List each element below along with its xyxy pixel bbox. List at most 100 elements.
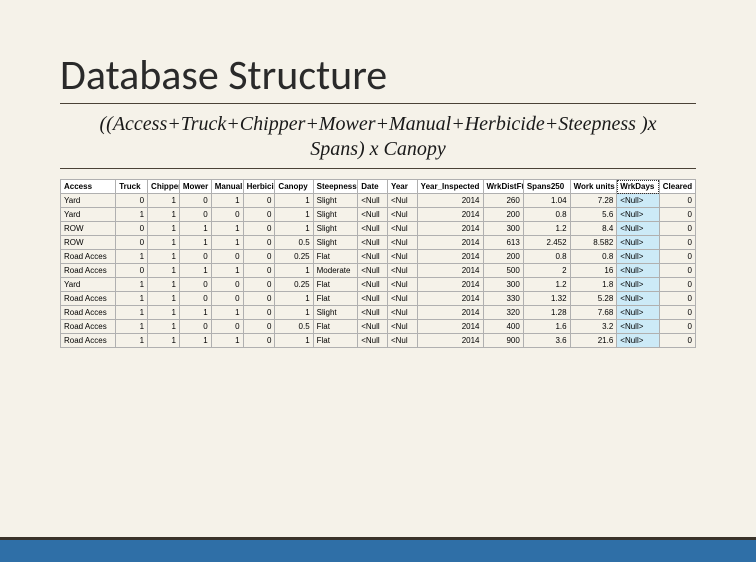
cell-mower: 1 xyxy=(179,264,211,278)
cell-truck: 0 xyxy=(116,222,148,236)
cell-manual: 1 xyxy=(211,194,243,208)
cell-herbicide: 0 xyxy=(243,320,275,334)
cell-wdf: 320 xyxy=(483,306,523,320)
col-access: Access xyxy=(61,180,116,194)
cell-wd: <Null> xyxy=(617,320,659,334)
col-cleared: Cleared xyxy=(659,180,695,194)
cell-mower: 1 xyxy=(179,236,211,250)
cell-wd: <Null> xyxy=(617,222,659,236)
cell-yi: 2014 xyxy=(417,334,483,348)
cell-chipper: 1 xyxy=(148,194,180,208)
cell-access: Road Acces xyxy=(61,334,116,348)
table-row: ROW011101Slight<Null<Nul20143001.28.4<Nu… xyxy=(61,222,696,236)
cell-wd: <Null> xyxy=(617,306,659,320)
cell-mower: 1 xyxy=(179,334,211,348)
cell-herbicide: 0 xyxy=(243,334,275,348)
cell-year: <Nul xyxy=(387,292,417,306)
cell-steepness: Slight xyxy=(313,194,358,208)
cell-cl: 0 xyxy=(659,208,695,222)
cell-canopy: 1 xyxy=(275,292,313,306)
cell-s250: 1.04 xyxy=(523,194,570,208)
cell-access: Road Acces xyxy=(61,292,116,306)
col-steepness: Steepness xyxy=(313,180,358,194)
cell-manual: 1 xyxy=(211,334,243,348)
cell-access: ROW xyxy=(61,236,116,250)
cell-mower: 1 xyxy=(179,222,211,236)
cell-s250: 3.6 xyxy=(523,334,570,348)
cell-manual: 1 xyxy=(211,264,243,278)
cell-wd: <Null> xyxy=(617,250,659,264)
col-herbicide: Herbicide xyxy=(243,180,275,194)
col-workunits: Work units xyxy=(570,180,617,194)
cell-wu: 8.582 xyxy=(570,236,617,250)
table-header-row: Access Truck Chipper Mower Manual Herbic… xyxy=(61,180,696,194)
formula-line-1: ((Access+Truck+Chipper+Mower+Manual+Herb… xyxy=(60,112,696,137)
col-wrkdays: WrkDays xyxy=(617,180,659,194)
cell-canopy: 0.5 xyxy=(275,320,313,334)
cell-yi: 2014 xyxy=(417,278,483,292)
cell-canopy: 0.25 xyxy=(275,278,313,292)
cell-wu: 21.6 xyxy=(570,334,617,348)
cell-wdf: 400 xyxy=(483,320,523,334)
cell-manual: 0 xyxy=(211,250,243,264)
cell-mower: 0 xyxy=(179,320,211,334)
cell-cl: 0 xyxy=(659,236,695,250)
cell-date: <Null xyxy=(358,334,388,348)
table-row: Road Acces110001Flat<Null<Nul20143301.32… xyxy=(61,292,696,306)
cell-year: <Nul xyxy=(387,278,417,292)
cell-date: <Null xyxy=(358,222,388,236)
cell-cl: 0 xyxy=(659,292,695,306)
cell-wdf: 200 xyxy=(483,208,523,222)
cell-s250: 0.8 xyxy=(523,250,570,264)
cell-year: <Nul xyxy=(387,306,417,320)
cell-s250: 0.8 xyxy=(523,208,570,222)
cell-chipper: 1 xyxy=(148,264,180,278)
cell-manual: 0 xyxy=(211,320,243,334)
cell-canopy: 1 xyxy=(275,264,313,278)
table-row: Road Acces111101Flat<Null<Nul20149003.62… xyxy=(61,334,696,348)
cell-truck: 1 xyxy=(116,306,148,320)
cell-cl: 0 xyxy=(659,194,695,208)
cell-canopy: 0.5 xyxy=(275,236,313,250)
cell-cl: 0 xyxy=(659,264,695,278)
col-year-inspected: Year_Inspected xyxy=(417,180,483,194)
cell-mower: 1 xyxy=(179,306,211,320)
cell-yi: 2014 xyxy=(417,264,483,278)
cell-access: Road Acces xyxy=(61,306,116,320)
cell-steepness: Slight xyxy=(313,222,358,236)
cell-wd: <Null> xyxy=(617,278,659,292)
cell-canopy: 1 xyxy=(275,334,313,348)
cell-canopy: 1 xyxy=(275,222,313,236)
cell-herbicide: 0 xyxy=(243,222,275,236)
cell-wdf: 300 xyxy=(483,278,523,292)
cell-s250: 1.6 xyxy=(523,320,570,334)
data-table-container: Access Truck Chipper Mower Manual Herbic… xyxy=(60,179,696,348)
cell-yi: 2014 xyxy=(417,292,483,306)
table-row: Yard010101Slight<Null<Nul20142601.047.28… xyxy=(61,194,696,208)
cell-truck: 1 xyxy=(116,320,148,334)
cell-chipper: 1 xyxy=(148,208,180,222)
cell-date: <Null xyxy=(358,250,388,264)
cell-cl: 0 xyxy=(659,334,695,348)
cell-year: <Nul xyxy=(387,250,417,264)
cell-chipper: 1 xyxy=(148,320,180,334)
cell-canopy: 1 xyxy=(275,208,313,222)
cell-date: <Null xyxy=(358,264,388,278)
cell-yi: 2014 xyxy=(417,222,483,236)
cell-date: <Null xyxy=(358,306,388,320)
cell-access: ROW xyxy=(61,222,116,236)
formula-line-2: Spans) x Canopy xyxy=(60,137,696,162)
cell-wd: <Null> xyxy=(617,208,659,222)
cell-wd: <Null> xyxy=(617,194,659,208)
cell-date: <Null xyxy=(358,194,388,208)
cell-year: <Nul xyxy=(387,236,417,250)
cell-wdf: 200 xyxy=(483,250,523,264)
cell-wu: 8.4 xyxy=(570,222,617,236)
cell-access: Yard xyxy=(61,194,116,208)
cell-mower: 0 xyxy=(179,292,211,306)
cell-manual: 1 xyxy=(211,306,243,320)
cell-cl: 0 xyxy=(659,306,695,320)
cell-year: <Nul xyxy=(387,222,417,236)
cell-wu: 16 xyxy=(570,264,617,278)
cell-manual: 1 xyxy=(211,222,243,236)
